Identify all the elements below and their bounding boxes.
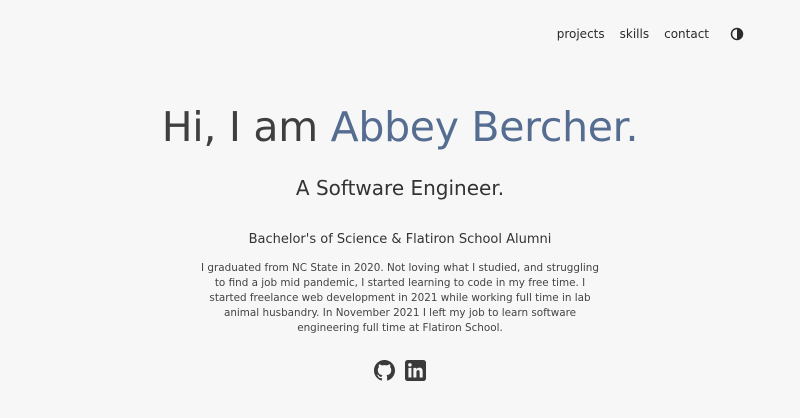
half-moon-icon[interactable] — [730, 27, 744, 41]
portfolio-page: projects skills contact Hi, I am Abbey B… — [0, 0, 800, 418]
hero-title: Hi, I am Abbey Bercher. — [0, 103, 800, 151]
social-links — [0, 360, 800, 381]
hero-greeting: Hi, I am — [161, 103, 331, 151]
nav-item-projects[interactable]: projects — [557, 27, 605, 41]
github-icon[interactable] — [374, 360, 395, 381]
hero-name: Abbey Bercher. — [330, 103, 639, 151]
nav-item-skills[interactable]: skills — [620, 27, 649, 41]
degree-text: Bachelor's of Science & Flatiron School … — [248, 232, 552, 247]
hero-subtitle: A Software Engineer. — [295, 176, 505, 200]
nav-item-contact[interactable]: contact — [664, 27, 709, 41]
bio-paragraph: I graduated from NC State in 2020. Not l… — [201, 262, 599, 334]
top-nav: projects skills contact — [557, 27, 744, 41]
linkedin-icon[interactable] — [405, 360, 426, 381]
